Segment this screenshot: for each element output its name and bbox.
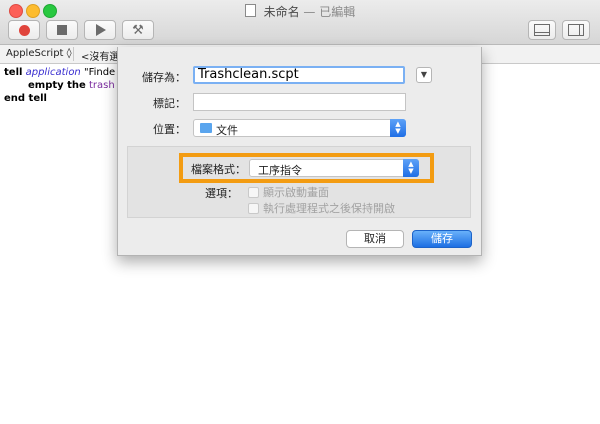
title-separator: — <box>303 5 316 19</box>
code-keyword: empty the <box>28 80 86 91</box>
file-name-input[interactable]: Trashclean.scpt <box>193 66 405 84</box>
save-button[interactable]: 儲存 <box>412 230 472 248</box>
run-button[interactable] <box>84 20 116 40</box>
file-format-value: 工序指令 <box>258 164 302 177</box>
file-format-popup[interactable]: 工序指令 ▲ ▼ <box>249 159 419 177</box>
script-editor[interactable]: tell application "Finde empty the trash … <box>4 66 115 105</box>
side-panel-icon <box>568 24 584 36</box>
stop-icon <box>57 25 67 35</box>
code-string: "Finde <box>83 67 116 78</box>
navbar-divider <box>73 47 74 61</box>
code-line-2: empty the trash <box>4 79 115 92</box>
checkbox[interactable] <box>248 186 259 198</box>
options-label: 選項： <box>205 187 238 200</box>
tags-label: 標記： <box>153 97 186 110</box>
window-title: 未命名 — 已編輯 <box>0 3 600 20</box>
expand-dialog-button[interactable]: ▼ <box>416 67 432 83</box>
code-keyword: tell <box>4 67 23 78</box>
location-label: 位置： <box>153 123 186 136</box>
compile-button[interactable]: ⚒ <box>122 20 154 40</box>
stop-button[interactable] <box>46 20 78 40</box>
title-bar: 未命名 — 已編輯 ⚒ <box>0 0 600 45</box>
location-popup[interactable]: 文件 ▲ ▼ <box>193 119 406 137</box>
show-bottom-panel-button[interactable] <box>528 20 556 40</box>
code-property: trash <box>89 80 115 91</box>
show-side-panel-button[interactable] <box>562 20 590 40</box>
format-highlight-box: 檔案格式： 工序指令 ▲ ▼ <box>179 153 434 183</box>
bottom-panel-icon <box>534 24 550 36</box>
option-label: 執行處理程式之後保持開啟 <box>263 202 395 215</box>
tags-input[interactable] <box>193 93 406 111</box>
code-line-1: tell application "Finde <box>4 66 115 79</box>
file-format-label: 檔案格式： <box>191 163 246 176</box>
script-editor-window: 未命名 — 已編輯 ⚒ AppleScript ◊ <沒有選 tell appl… <box>0 0 600 424</box>
record-icon <box>18 24 30 36</box>
document-icon <box>244 4 256 17</box>
popup-arrows-icon: ▲ ▼ <box>390 119 406 137</box>
location-value: 文件 <box>216 124 238 137</box>
play-icon <box>96 24 106 36</box>
save-as-label: 儲存為： <box>142 71 186 84</box>
window-title-text: 未命名 <box>263 5 300 19</box>
hammer-icon: ⚒ <box>132 22 144 38</box>
option-label: 顯示啟動畫面 <box>263 186 329 199</box>
checkbox[interactable] <box>248 202 259 214</box>
cancel-button[interactable]: 取消 <box>346 230 404 248</box>
chevron-down-icon: ▼ <box>420 70 428 79</box>
handler-popup[interactable]: <沒有選 <box>81 48 119 63</box>
code-class: application <box>25 67 81 78</box>
option-show-startup-screen[interactable]: 顯示啟動畫面 <box>248 184 329 200</box>
language-popup[interactable]: AppleScript ◊ <box>6 48 72 59</box>
popup-arrows-icon: ▲ ▼ <box>403 159 419 177</box>
code-line-3: end tell <box>4 92 115 105</box>
folder-icon <box>200 123 212 133</box>
save-dialog: 儲存為： Trashclean.scpt ▼ 標記： 位置： 文件 ▲ ▼ 檔案格… <box>117 47 482 256</box>
edited-status: 已編輯 <box>319 5 356 19</box>
option-stay-open[interactable]: 執行處理程式之後保持開啟 <box>248 200 395 216</box>
code-keyword: end tell <box>4 93 47 104</box>
record-button[interactable] <box>8 20 40 40</box>
